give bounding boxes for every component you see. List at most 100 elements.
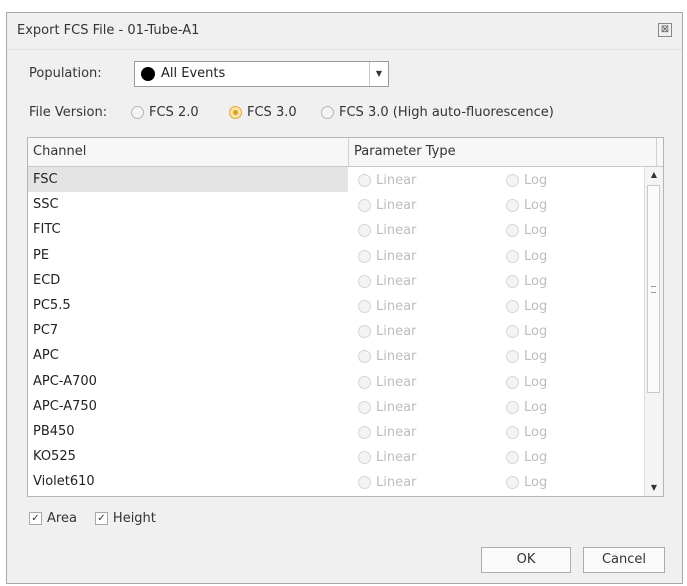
channel-cell: Violet610 (33, 474, 95, 490)
radio-linear: Linear (358, 198, 416, 213)
radio-label: FCS 2.0 (149, 105, 199, 120)
table-row[interactable]: Violet610 Linear Log (28, 469, 646, 494)
radio-label: Log (524, 424, 548, 440)
table-row[interactable]: KO525 Linear Log (28, 444, 646, 469)
radio-label: Linear (376, 450, 417, 466)
radio-label: Linear (376, 223, 417, 239)
radio-icon (358, 400, 371, 414)
scroll-up-icon[interactable]: ▲ (645, 167, 663, 183)
radio-checked-icon[interactable] (229, 106, 242, 119)
chevron-down-icon[interactable]: ▼ (369, 62, 388, 86)
radio-icon (506, 199, 519, 213)
column-divider[interactable] (656, 138, 657, 166)
radio-icon[interactable] (321, 106, 334, 119)
radio-label: Linear (376, 173, 417, 188)
checkbox-label: Height (112, 511, 156, 526)
radio-icon[interactable] (131, 106, 144, 119)
radio-label: FCS 3.0 (247, 105, 297, 120)
radio-label: Log (524, 298, 548, 314)
radio-icon (358, 224, 371, 238)
radio-label: Linear (376, 324, 417, 340)
radio-fcs-2-0[interactable]: FCS 2.0 (131, 105, 199, 120)
radio-log: Log (506, 223, 547, 238)
radio-linear: Linear (358, 475, 416, 490)
channel-cell: PE (33, 247, 50, 263)
cancel-button[interactable]: Cancel (583, 547, 665, 573)
radio-log: Log (506, 475, 547, 490)
radio-icon (506, 224, 519, 238)
radio-icon (506, 375, 519, 389)
grip-icon (651, 286, 656, 293)
radio-icon (506, 350, 519, 364)
radio-icon (358, 476, 371, 490)
radio-linear: Linear (358, 450, 416, 465)
radio-log: Log (506, 425, 547, 440)
radio-label: FCS 3.0 (High auto-fluorescence) (339, 105, 554, 120)
radio-icon (358, 325, 371, 339)
column-divider[interactable] (348, 138, 349, 166)
checkbox-height[interactable]: ✓ Height (94, 511, 156, 526)
radio-linear: Linear (358, 324, 416, 339)
table-row[interactable]: PC5.5 Linear Log (28, 293, 646, 318)
channel-cell: FSC (28, 167, 348, 193)
radio-icon (358, 199, 371, 213)
checkbox-checked-icon[interactable]: ✓ (29, 512, 42, 525)
radio-log: Log (506, 299, 547, 314)
radio-fcs-3-0-high-af[interactable]: FCS 3.0 (High auto-fluorescence) (321, 105, 554, 120)
checkbox-area[interactable]: ✓ Area (29, 511, 77, 526)
radio-label: Linear (376, 475, 417, 491)
radio-log: Log (506, 349, 547, 364)
channel-cell: KO525 (33, 449, 76, 465)
radio-linear: Linear (358, 349, 416, 364)
population-dropdown[interactable]: All Events ▼ (134, 61, 389, 87)
radio-label: Log (524, 223, 548, 239)
checkbox-checked-icon[interactable]: ✓ (94, 512, 108, 525)
channel-cell: PC7 (33, 323, 59, 339)
scroll-down-icon[interactable]: ▼ (645, 480, 663, 496)
radio-linear: Linear (358, 375, 416, 390)
radio-log: Log (506, 324, 547, 339)
radio-log: Log (506, 198, 547, 213)
grid-body: FSC Linear Log SSC Linear Log FITC Linear Log PE L… (28, 167, 646, 496)
ok-button[interactable]: OK (481, 547, 571, 573)
radio-icon (358, 274, 371, 288)
radio-label: Linear (376, 399, 417, 415)
close-icon[interactable]: ⊠ (658, 23, 672, 37)
radio-log: Log (506, 375, 547, 390)
radio-linear: Linear (358, 223, 416, 238)
radio-icon (506, 325, 519, 339)
table-row[interactable]: APC-A750 Linear Log (28, 394, 646, 419)
table-row[interactable]: ECD Linear Log (28, 268, 646, 293)
radio-label: Log (524, 349, 548, 365)
scroll-thumb[interactable] (647, 185, 660, 393)
table-row[interactable]: FITC Linear Log (28, 217, 646, 242)
radio-icon (506, 274, 519, 288)
channel-cell: APC (33, 348, 59, 364)
export-fcs-dialog: Export FCS File - 01-Tube-A1 ⊠ Populatio… (6, 12, 683, 584)
column-header-parameter-type[interactable]: Parameter Type (354, 144, 456, 159)
radio-label: Linear (376, 349, 417, 365)
radio-label: Log (524, 374, 548, 390)
radio-fcs-3-0[interactable]: FCS 3.0 (229, 105, 297, 120)
table-row[interactable]: PC7 Linear Log (28, 318, 646, 343)
table-row[interactable]: PB450 Linear Log (28, 419, 646, 444)
radio-linear: Linear (358, 299, 416, 314)
table-row[interactable]: FSC Linear Log (28, 167, 646, 193)
table-row[interactable]: PE Linear Log (28, 243, 646, 268)
radio-label: Linear (376, 198, 417, 214)
radio-linear: Linear (358, 173, 416, 188)
table-row[interactable]: APC Linear Log (28, 343, 646, 368)
radio-icon (506, 249, 519, 263)
vertical-scrollbar[interactable]: ▲ ▼ (644, 167, 663, 496)
radio-icon (358, 451, 371, 465)
title-bar: Export FCS File - 01-Tube-A1 ⊠ (7, 13, 682, 50)
table-row[interactable]: SSC Linear Log (28, 192, 646, 217)
table-row[interactable]: APC-A700 Linear Log (28, 369, 646, 394)
radio-label: Linear (376, 273, 417, 289)
column-header-channel[interactable]: Channel (33, 144, 86, 159)
radio-icon (358, 350, 371, 364)
radio-icon (506, 400, 519, 414)
radio-label: Log (524, 324, 548, 340)
radio-icon (506, 299, 519, 313)
channel-cell: PB450 (33, 423, 75, 439)
